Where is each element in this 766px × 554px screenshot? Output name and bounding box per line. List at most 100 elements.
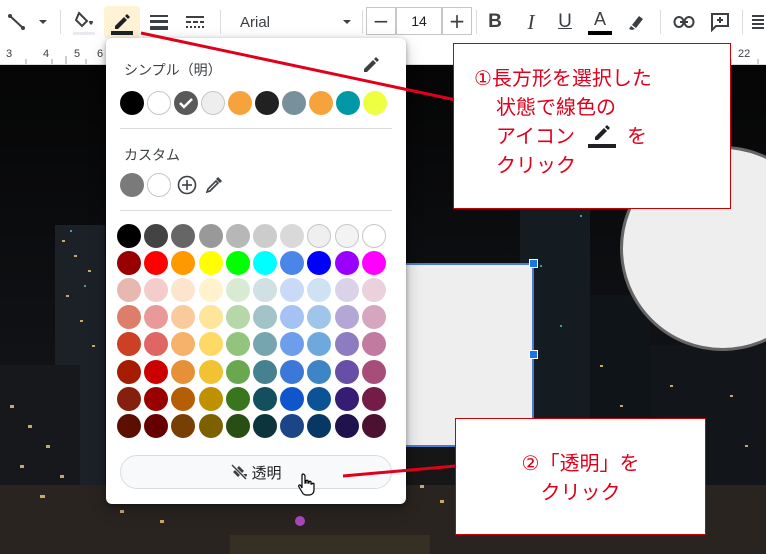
standard-color-swatch[interactable] [253,413,277,438]
standard-color-swatch[interactable] [198,413,223,438]
standard-color-swatch[interactable] [171,278,196,303]
insert-link-icon[interactable] [670,6,698,38]
standard-color-swatch[interactable] [307,251,332,276]
theme-color-swatch[interactable] [120,91,144,115]
custom-color-swatch[interactable] [147,173,171,197]
theme-color-swatch[interactable] [309,91,333,115]
standard-color-swatch[interactable] [144,251,169,276]
standard-color-swatch[interactable] [117,305,141,330]
standard-color-swatch[interactable] [307,305,332,330]
standard-color-swatch[interactable] [361,386,386,411]
standard-color-swatch[interactable] [171,224,196,248]
standard-color-swatch[interactable] [225,359,250,384]
standard-color-swatch[interactable] [171,251,196,276]
standard-color-swatch[interactable] [361,332,386,357]
theme-color-swatch[interactable] [201,91,225,115]
line-dropdown-icon[interactable] [36,6,50,38]
theme-color-swatch[interactable] [147,91,171,115]
font-select[interactable]: Arial [232,6,358,38]
standard-color-swatch[interactable] [225,413,250,438]
standard-color-swatch[interactable] [171,359,196,384]
theme-color-swatch[interactable] [255,91,279,115]
standard-color-swatch[interactable] [225,305,250,330]
increase-font-size-button[interactable]: + [442,7,472,35]
edit-theme-icon[interactable] [360,54,382,76]
resize-handle[interactable] [529,350,538,359]
standard-color-swatch[interactable] [144,224,169,248]
font-size-input[interactable]: 14 [396,7,442,35]
standard-color-swatch[interactable] [307,413,332,438]
standard-color-swatch[interactable] [280,386,305,411]
standard-color-swatch[interactable] [225,332,250,357]
standard-color-swatch[interactable] [253,386,277,411]
theme-color-swatch[interactable] [174,91,198,115]
standard-color-swatch[interactable] [117,386,141,411]
standard-color-swatch[interactable] [144,332,169,357]
standard-color-swatch[interactable] [361,251,386,276]
transparent-button[interactable]: 透明 [120,455,392,489]
standard-color-swatch[interactable] [307,278,332,303]
standard-color-swatch[interactable] [253,278,277,303]
standard-color-swatch[interactable] [334,413,359,438]
standard-color-swatch[interactable] [171,386,196,411]
standard-color-swatch[interactable] [117,332,141,357]
theme-color-swatch[interactable] [336,91,360,115]
standard-color-swatch[interactable] [334,251,359,276]
eyedropper-icon[interactable] [203,174,225,196]
standard-color-swatch[interactable] [334,305,359,330]
standard-color-swatch[interactable] [253,332,277,357]
standard-color-swatch[interactable] [334,278,359,303]
border-dash-icon[interactable] [182,6,208,38]
standard-color-swatch[interactable] [117,278,141,303]
standard-color-swatch[interactable] [117,224,141,248]
text-color-button[interactable]: A [586,6,614,38]
standard-color-swatch[interactable] [144,278,169,303]
standard-color-swatch[interactable] [280,278,305,303]
standard-color-swatch[interactable] [280,305,305,330]
standard-color-swatch[interactable] [361,278,386,303]
standard-color-swatch[interactable] [253,251,277,276]
standard-color-swatch[interactable] [144,386,169,411]
standard-color-swatch[interactable] [361,305,386,330]
standard-color-swatch[interactable] [307,224,332,248]
standard-color-swatch[interactable] [198,278,223,303]
standard-color-swatch[interactable] [280,359,305,384]
standard-color-swatch[interactable] [280,332,305,357]
standard-color-swatch[interactable] [334,224,359,248]
standard-color-swatch[interactable] [280,224,305,248]
standard-color-swatch[interactable] [144,305,169,330]
standard-color-swatch[interactable] [280,413,305,438]
standard-color-swatch[interactable] [361,224,386,248]
highlight-color-icon[interactable] [624,6,650,38]
standard-color-swatch[interactable] [334,359,359,384]
standard-color-swatch[interactable] [225,386,250,411]
standard-color-swatch[interactable] [144,359,169,384]
standard-color-swatch[interactable] [198,359,223,384]
standard-color-swatch[interactable] [144,413,169,438]
custom-color-swatch[interactable] [120,173,144,197]
standard-color-swatch[interactable] [198,224,223,248]
standard-color-swatch[interactable] [225,278,250,303]
standard-color-swatch[interactable] [334,332,359,357]
border-color-button[interactable] [104,6,140,38]
add-comment-icon[interactable] [706,6,734,38]
standard-color-swatch[interactable] [171,332,196,357]
bold-button[interactable]: B [482,6,508,38]
standard-color-swatch[interactable] [280,251,305,276]
standard-color-swatch[interactable] [225,224,250,248]
standard-color-swatch[interactable] [117,359,141,384]
standard-color-swatch[interactable] [307,386,332,411]
theme-color-swatch[interactable] [228,91,252,115]
standard-color-swatch[interactable] [117,413,141,438]
standard-color-swatch[interactable] [253,224,277,248]
theme-color-swatch[interactable] [282,91,306,115]
standard-color-swatch[interactable] [198,251,223,276]
decrease-font-size-button[interactable]: − [366,7,396,35]
theme-color-swatch[interactable] [363,91,387,115]
fill-color-button[interactable] [68,6,100,38]
standard-color-swatch[interactable] [171,413,196,438]
standard-color-swatch[interactable] [171,305,196,330]
add-custom-color-icon[interactable] [176,174,198,196]
resize-handle[interactable] [529,259,538,268]
underline-button[interactable]: U [552,6,578,38]
